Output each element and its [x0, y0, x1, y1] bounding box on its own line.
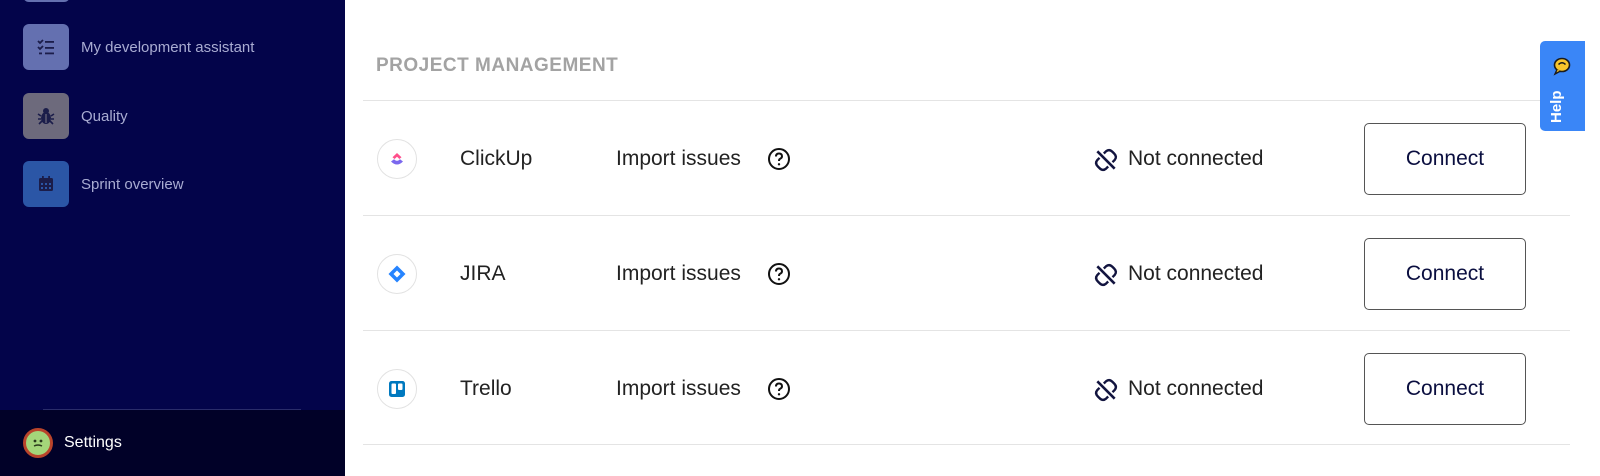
sidebar-item-quality[interactable]: Quality — [23, 93, 323, 139]
sidebar: My development assistant Quality Sprint … — [0, 0, 345, 476]
integration-name: JIRA — [460, 262, 506, 285]
integration-row-clickup: ClickUp Import issues Not connected Conn… — [363, 101, 1570, 215]
sidebar-item-label: Quality — [81, 107, 128, 125]
bug-icon — [23, 93, 69, 139]
help-bubble-icon — [1553, 57, 1571, 76]
integration-row-jira: JIRA Import issues Not connected Connect — [363, 216, 1570, 330]
connect-button[interactable]: Connect — [1364, 353, 1526, 425]
question-circle-icon[interactable] — [767, 377, 791, 401]
integration-action: Import issues — [616, 147, 741, 170]
question-circle-icon[interactable] — [767, 147, 791, 171]
divider — [363, 444, 1570, 445]
trello-logo-icon — [377, 369, 417, 409]
connection-status: Not connected — [1128, 262, 1264, 285]
connect-button[interactable]: Connect — [1364, 238, 1526, 310]
help-button[interactable]: Help — [1540, 41, 1585, 131]
sidebar-item-development-assistant[interactable]: My development assistant — [23, 24, 323, 70]
jira-logo-icon — [377, 254, 417, 294]
integration-name: ClickUp — [460, 147, 533, 170]
sidebar-item-label: Sprint overview — [81, 175, 184, 193]
avatar — [23, 428, 53, 458]
connect-button[interactable]: Connect — [1364, 123, 1526, 195]
section-title: PROJECT MANAGEMENT — [376, 55, 619, 76]
main-content: PROJECT MANAGEMENT ClickUp Import issues… — [345, 0, 1600, 476]
connection-status: Not connected — [1128, 147, 1264, 170]
integration-row-trello: Trello Import issues Not connected Conne… — [363, 331, 1570, 445]
settings-button[interactable]: Settings — [0, 410, 345, 476]
integration-action: Import issues — [616, 377, 741, 400]
checklist-icon — [23, 24, 69, 70]
integration-name: Trello — [460, 377, 512, 400]
sidebar-item-partial[interactable] — [23, 0, 70, 2]
question-circle-icon[interactable] — [767, 262, 791, 286]
connection-status: Not connected — [1128, 377, 1264, 400]
help-label: Help — [1548, 90, 1565, 123]
settings-label: Settings — [64, 434, 122, 451]
sidebar-item-sprint-overview[interactable]: Sprint overview — [23, 161, 323, 207]
integration-action: Import issues — [616, 262, 741, 285]
sidebar-item-label: My development assistant — [81, 38, 255, 56]
clickup-logo-icon — [377, 139, 417, 179]
broken-link-icon — [1094, 263, 1118, 287]
broken-link-icon — [1094, 378, 1118, 402]
broken-link-icon — [1094, 148, 1118, 172]
calendar-icon — [23, 161, 69, 207]
